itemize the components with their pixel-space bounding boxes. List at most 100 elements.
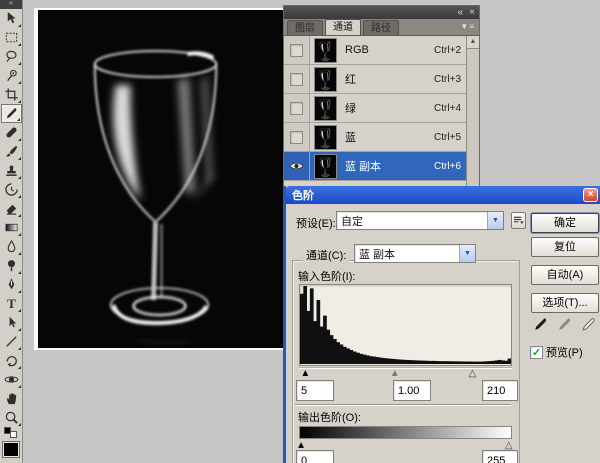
hand-tool-icon[interactable] <box>1 389 22 408</box>
visibility-toggle[interactable] <box>284 36 310 64</box>
channel-label: 红 <box>345 71 434 87</box>
zoom-tool-icon[interactable] <box>1 408 22 427</box>
chevron-down-icon[interactable]: ▼ <box>487 212 503 229</box>
preset-dropdown[interactable]: 自定 ▼ <box>336 211 504 230</box>
channel-label: 蓝 <box>345 129 434 145</box>
input-gamma-field[interactable] <box>393 380 431 401</box>
gray-point-eyedropper-icon[interactable] <box>556 316 573 333</box>
options-button[interactable]: 选项(T)... <box>531 293 599 313</box>
preset-options-icon[interactable] <box>511 212 526 229</box>
channels-panel: « × 图层 通道 路径 ▼≡ RGB Ctrl+2 红 Ctrl+3 <box>283 5 480 187</box>
visibility-empty-box <box>290 131 303 144</box>
divider <box>295 404 511 406</box>
blur-tool-icon[interactable] <box>1 237 22 256</box>
dialog-body: 预设(E): 自定 ▼ 通道(C): 蓝 副本 ▼ 输入色阶(I): ▲ ▲ <box>286 204 600 463</box>
channel-shortcut: Ctrl+4 <box>434 103 461 114</box>
preset-label: 预设(E): <box>296 215 336 231</box>
rectangular-marquee-tool-icon[interactable] <box>1 28 22 47</box>
history-brush-tool-icon[interactable] <box>1 180 22 199</box>
visibility-toggle[interactable] <box>284 65 310 93</box>
channel-label: 绿 <box>345 100 434 116</box>
photoshop-workspace: « T « × 图 <box>0 0 600 463</box>
line-tool-icon[interactable] <box>1 332 22 351</box>
default-colors-icon[interactable] <box>1 427 22 439</box>
clone-stamp-tool-icon[interactable] <box>1 161 22 180</box>
tab-layers[interactable]: 图层 <box>287 20 323 35</box>
channel-value: 蓝 副本 <box>355 246 459 262</box>
quick-selection-tool-icon[interactable] <box>1 66 22 85</box>
3d-rotate-tool-icon[interactable] <box>1 351 22 370</box>
dialog-titlebar[interactable]: 色阶 × <box>286 186 600 204</box>
toolbar-collapse-icon[interactable]: « <box>0 0 22 9</box>
reset-button[interactable]: 复位 <box>531 237 599 257</box>
output-gradient-bar <box>299 426 512 439</box>
output-black-field[interactable] <box>296 450 334 463</box>
channel-row-blue[interactable]: 蓝 Ctrl+5 <box>284 123 479 152</box>
black-point-eyedropper-icon[interactable] <box>532 316 549 333</box>
output-white-field[interactable] <box>482 450 518 463</box>
panel-close-icon[interactable]: × <box>469 8 475 18</box>
channel-shortcut: Ctrl+2 <box>434 45 461 56</box>
channel-row-green[interactable]: 绿 Ctrl+4 <box>284 94 479 123</box>
ok-button[interactable]: 确定 <box>531 213 599 233</box>
channel-row-red[interactable]: 红 Ctrl+3 <box>284 65 479 94</box>
visibility-toggle[interactable] <box>284 94 310 122</box>
auto-button[interactable]: 自动(A) <box>531 265 599 285</box>
scroll-up-arrow-icon[interactable]: ▲ <box>467 36 479 49</box>
lasso-tool-icon[interactable] <box>1 47 22 66</box>
canvas-image[interactable] <box>38 10 283 348</box>
channel-thumbnail <box>314 96 337 121</box>
tab-channels[interactable]: 通道 <box>325 19 361 35</box>
channel-dropdown[interactable]: 蓝 副本 ▼ <box>354 244 476 263</box>
visibility-empty-box <box>290 73 303 86</box>
channel-row-rgb[interactable]: RGB Ctrl+2 <box>284 36 479 65</box>
output-levels-label: 输出色阶(O): <box>298 409 361 425</box>
input-white-field[interactable] <box>482 380 518 401</box>
visibility-toggle[interactable] <box>284 152 310 180</box>
panel-menu-icon[interactable]: ▼≡ <box>460 22 475 31</box>
dodge-tool-icon[interactable] <box>1 256 22 275</box>
wine-glass-image <box>38 10 283 348</box>
3d-orbit-tool-icon[interactable] <box>1 370 22 389</box>
panel-scrollbar[interactable]: ▲ <box>466 36 479 186</box>
healing-brush-tool-icon[interactable] <box>1 123 22 142</box>
input-black-slider[interactable]: ▲ <box>300 368 310 379</box>
type-tool-icon[interactable]: T <box>1 294 22 313</box>
panel-titlebar: « × <box>284 6 479 19</box>
dialog-close-icon[interactable]: × <box>583 188 598 202</box>
channel-row-blue-copy[interactable]: 蓝 副本 Ctrl+6 <box>284 152 479 181</box>
input-black-field[interactable] <box>296 380 334 401</box>
eyedropper-tool-icon[interactable] <box>1 104 22 123</box>
tab-paths[interactable]: 路径 <box>363 20 399 35</box>
channel-label: RGB <box>345 44 434 56</box>
white-point-eyedropper-icon[interactable] <box>580 316 597 333</box>
document-window <box>34 8 283 350</box>
input-slider-track: ▲ ▲ △ <box>299 367 512 380</box>
preview-label: 预览(P) <box>546 344 583 360</box>
channel-list: RGB Ctrl+2 红 Ctrl+3 绿 Ctrl+4 蓝 Ctrl+5 <box>284 36 479 186</box>
input-gamma-slider[interactable]: ▲ <box>390 368 400 379</box>
histogram <box>299 284 512 366</box>
pen-tool-icon[interactable] <box>1 275 22 294</box>
move-tool-icon[interactable] <box>1 9 22 28</box>
crop-tool-icon[interactable] <box>1 85 22 104</box>
svg-text:T: T <box>7 296 16 311</box>
chevron-down-icon[interactable]: ▼ <box>459 245 475 262</box>
visibility-toggle[interactable] <box>284 123 310 151</box>
preview-checkbox[interactable]: ✓ <box>530 346 543 359</box>
panel-tabstrip: 图层 通道 路径 ▼≡ <box>284 19 479 36</box>
eyedropper-group <box>532 316 597 333</box>
input-white-slider[interactable]: △ <box>469 368 477 379</box>
eraser-tool-icon[interactable] <box>1 199 22 218</box>
channel-thumbnail <box>314 154 337 179</box>
levels-dialog: 色阶 × 预设(E): 自定 ▼ 通道(C): 蓝 副本 ▼ 输入色阶(I): <box>283 186 600 463</box>
channel-label: 通道(C): <box>303 247 349 263</box>
foreground-color-swatch[interactable] <box>2 441 20 458</box>
channel-thumbnail <box>314 125 337 150</box>
gradient-tool-icon[interactable] <box>1 218 22 237</box>
preset-value: 自定 <box>337 213 487 229</box>
panel-collapse-icon[interactable]: « <box>458 8 464 18</box>
path-selection-tool-icon[interactable] <box>1 313 22 332</box>
preview-option[interactable]: ✓ 预览(P) <box>530 344 583 360</box>
brush-tool-icon[interactable] <box>1 142 22 161</box>
